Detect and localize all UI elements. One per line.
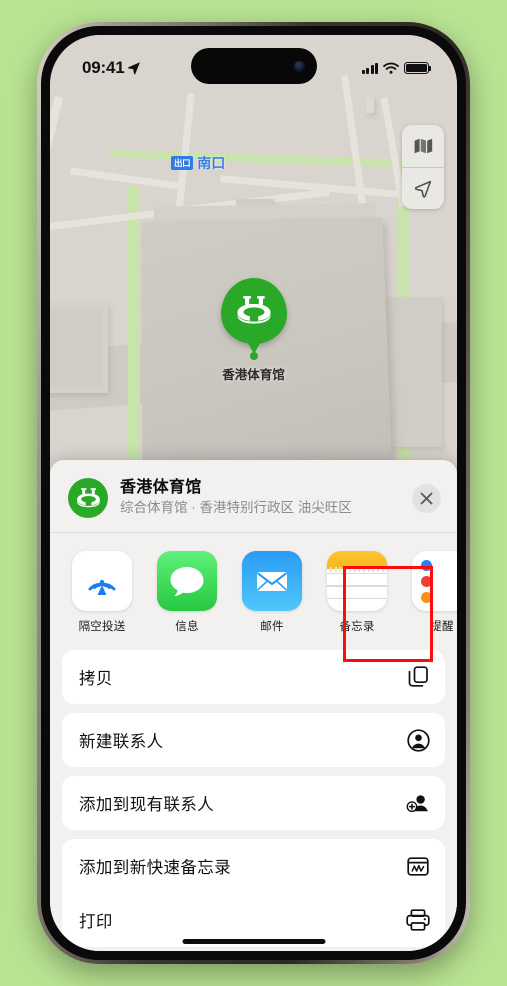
copy-icon [406,665,430,689]
status-indicators [361,62,432,74]
share-app-airdrop[interactable]: 隔空投送 [70,551,134,634]
action-label: 添加到现有联系人 [79,796,215,814]
quick-note-icon [406,854,430,878]
phone-frame: 出口 南口 香港体育馆 09:41 香港体育馆 综合体育馆 · 香港特别行政区 … [37,22,470,964]
map-pin-bubble[interactable] [220,278,287,344]
share-app-reminders[interactable]: 提醒 [410,551,457,634]
status-time: 09:41 [82,58,141,78]
battery-full-icon [404,62,432,74]
close-button[interactable] [412,483,441,513]
airdrop-icon [72,551,132,611]
share-app-notes[interactable]: 备忘录 [325,551,389,634]
share-app-label: 隔空投送 [78,621,126,633]
map-park-strip [128,185,140,485]
wifi-icon [383,62,399,74]
place-info: 香港体育馆 综合体育馆 · 香港特别行政区 油尖旺区 [120,478,400,517]
exit-label-text: 南口 [197,155,226,171]
action-group: 拷贝 [62,650,445,704]
printer-icon [406,908,430,932]
place-avatar [68,478,108,518]
user-location-button[interactable] [402,167,444,209]
exit-badge-icon: 出口 [171,156,194,170]
share-actions: 拷贝 新建联系人 添加到现有联系人 添加到新快速备忘录 打印 [50,648,457,947]
action-label: 新建联系人 [79,733,164,751]
action-label: 添加到新快速备忘录 [79,859,232,877]
phone-screen: 出口 南口 香港体育馆 09:41 香港体育馆 综合体育馆 · 香港特别行政区 … [50,35,457,951]
map-icon [414,138,432,154]
action-group: 新建联系人 [62,713,445,767]
action-add-quick-note[interactable]: 添加到新快速备忘录 [62,839,445,893]
share-sheet-header: 香港体育馆 综合体育馆 · 香港特别行政区 油尖旺区 [50,460,457,532]
map-pin[interactable]: 香港体育馆 [220,278,287,383]
share-sheet: 香港体育馆 综合体育馆 · 香港特别行政区 油尖旺区 隔空投送 信息 邮件 备忘… [50,460,457,951]
action-label: 拷贝 [79,670,113,688]
share-app-mail[interactable]: 邮件 [240,551,304,634]
close-icon [420,492,433,504]
messages-icon [157,551,217,611]
share-app-label: 邮件 [260,621,284,633]
share-app-label: 备忘录 [339,621,375,633]
action-new-contact[interactable]: 新建联系人 [62,713,445,767]
action-add-existing-contact[interactable]: 添加到现有联系人 [62,776,445,830]
share-apps-row[interactable]: 隔空投送 信息 邮件 备忘录 提醒 [50,533,457,648]
location-arrow-icon [128,62,141,75]
share-app-messages[interactable]: 信息 [155,551,219,634]
action-group: 添加到现有联系人 [62,776,445,830]
share-app-label: 提醒 [430,621,454,633]
navigation-arrow-icon [414,180,432,198]
map-road [50,95,64,215]
phone-bezel: 出口 南口 香港体育馆 09:41 香港体育馆 综合体育馆 · 香港特别行政区 … [41,26,466,960]
mail-icon [242,551,302,611]
map-park-strip [109,149,431,169]
map-pin-label: 香港体育馆 [222,368,285,382]
map-building [50,303,108,393]
stadium-icon [76,487,100,507]
map-road [70,167,180,190]
status-time-text: 09:41 [82,58,125,77]
action-group: 添加到新快速备忘录 打印 [62,839,445,947]
dynamic-island [190,48,317,84]
cellular-bars-icon [361,62,378,74]
home-indicator[interactable] [182,939,325,944]
place-subtitle: 综合体育馆 · 香港特别行政区 油尖旺区 [120,500,352,516]
metro-exit-label: 出口 南口 [171,153,225,173]
reminders-icon [412,551,457,611]
map-controls [402,125,444,209]
map-layers-button[interactable] [402,125,444,167]
notes-icon [327,551,387,611]
action-label: 打印 [79,913,113,931]
map-building [366,97,374,113]
front-camera-icon [293,60,305,72]
person-add-icon [406,791,430,815]
person-circle-icon [406,728,430,752]
place-title: 香港体育馆 [120,479,202,497]
stadium-icon [237,296,270,324]
share-app-label: 信息 [175,621,199,633]
action-copy[interactable]: 拷贝 [62,650,445,704]
